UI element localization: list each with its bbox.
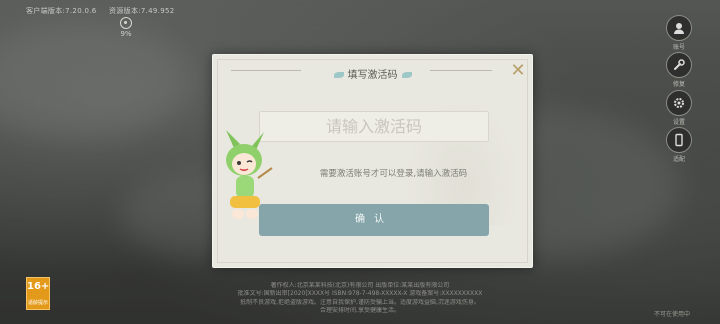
user-icon (666, 15, 692, 41)
age-rating-number: 16+ (27, 281, 50, 292)
account-button[interactable]: 账号 (666, 15, 692, 51)
leaf-icon (333, 72, 344, 78)
resource-version: 资源版本:7.49.952 (109, 7, 175, 15)
corner-text: 不可在使用中 (653, 311, 690, 318)
repair-button[interactable]: 修复 (666, 52, 692, 88)
settings-button[interactable]: 设置 (666, 90, 692, 126)
mascot-illustration (226, 130, 273, 219)
settings-label: 设置 (672, 119, 685, 126)
legal-line: 合理安排时间,享受健康生活。 (320, 307, 400, 315)
account-label: 账号 (672, 44, 685, 51)
age-rating-badge: 16+ 适龄提示 (26, 277, 50, 310)
confirm-button[interactable]: 确认 (259, 204, 489, 236)
leaf-icon (401, 72, 412, 78)
device-label: 适配 (672, 156, 685, 163)
wrench-icon (666, 52, 692, 78)
age-rating-label: 适龄提示 (27, 300, 48, 306)
repair-label: 修复 (672, 81, 685, 88)
version-info: 客户端版本:7.20.0.6 资源版本:7.49.952 (26, 6, 184, 16)
client-version: 客户端版本:7.20.0.6 (26, 7, 97, 15)
dialog-title-text: 填写激活码 (347, 70, 398, 81)
phone-icon (666, 127, 692, 153)
device-button[interactable]: 适配 (666, 127, 692, 163)
gear-icon (666, 90, 692, 116)
close-icon[interactable]: ✕ (510, 62, 526, 80)
dialog-title: 填写激活码 (315, 63, 430, 84)
legal-text: 著作权人:北京某某科技(北京)有限公司 出版单位:某某出版有限公司 批准文号:国… (180, 282, 540, 316)
activation-code-input[interactable] (259, 111, 489, 142)
legal-line: 抵制不良游戏,拒绝盗版游戏。注意自我保护,谨防受骗上当。适度游戏益脑,沉迷游戏伤… (240, 298, 480, 306)
legal-line: 批准文号:国新出审[2020]XXXX号 ISBN:978-7-498-XXXX… (237, 290, 483, 298)
battery-level: 9% (120, 30, 132, 38)
battery-indicator: 9% (115, 17, 137, 38)
legal-line: 著作权人:北京某某科技(北京)有限公司 出版单位:某某出版有限公司 (270, 282, 450, 289)
battery-icon (120, 17, 132, 29)
